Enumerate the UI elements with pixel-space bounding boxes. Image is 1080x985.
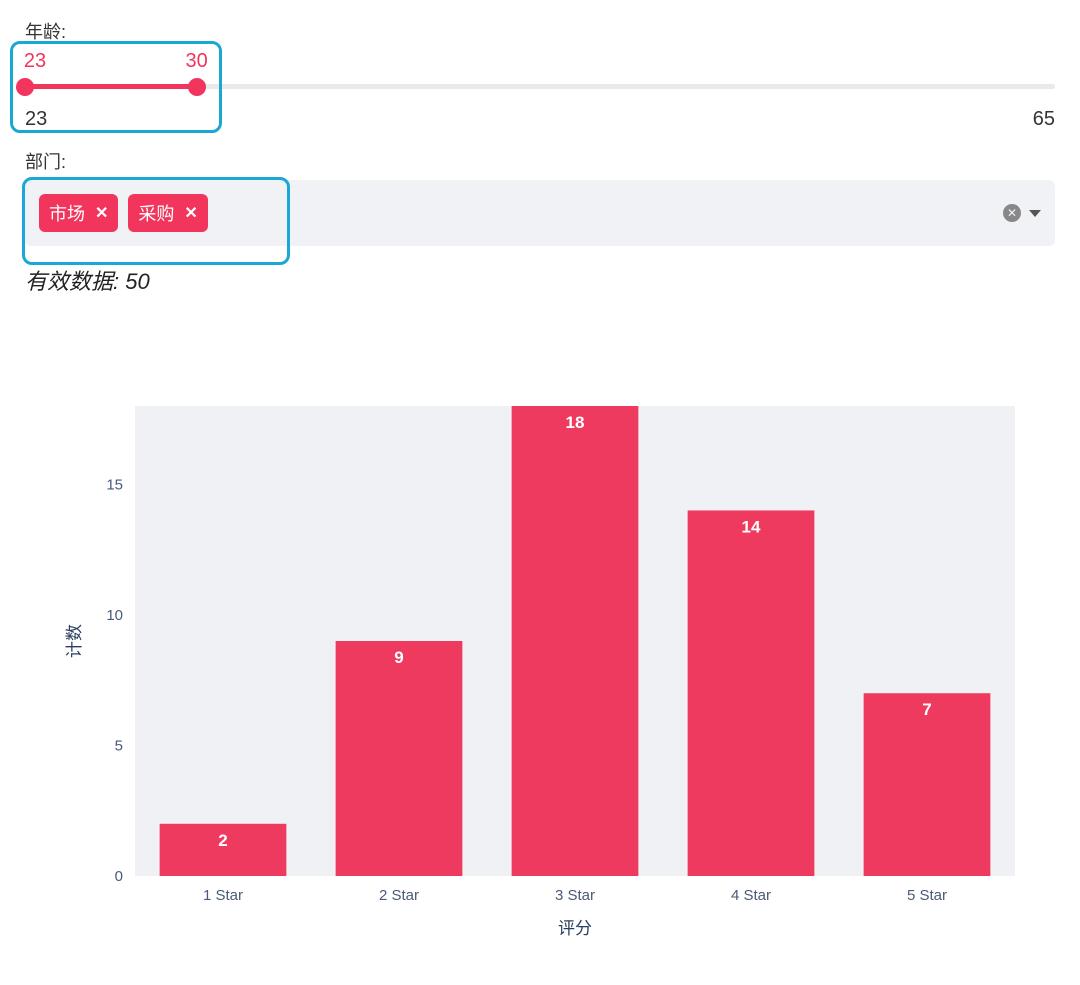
x-tick-label: 1 Star: [203, 887, 243, 904]
svg-text:15: 15: [106, 476, 123, 493]
age-range-slider[interactable]: 23 30 23 65: [25, 48, 1055, 118]
rating-bar-chart: 0 5 10 15 2 1 Star 9 2 Star 18 3 Star 14 4 Star 7 5 S…: [25, 386, 1055, 951]
age-label: 年龄:: [25, 18, 1055, 44]
slider-hi-value: 30: [186, 50, 208, 73]
tag-purchasing[interactable]: 采购 ✕: [128, 194, 207, 232]
slider-lo-handle[interactable]: [16, 78, 34, 96]
slider-hi-handle[interactable]: [188, 78, 206, 96]
tag-label: 采购: [138, 200, 174, 226]
close-icon[interactable]: ✕: [184, 203, 197, 223]
bar-label: 7: [922, 700, 931, 719]
tag-market[interactable]: 市场 ✕: [39, 194, 118, 232]
slider-fill: [25, 84, 197, 89]
bar-5-star[interactable]: [864, 693, 991, 876]
tag-label: 市场: [49, 200, 85, 226]
bar-3-star[interactable]: [512, 406, 639, 876]
svg-text:5: 5: [115, 737, 123, 754]
close-icon[interactable]: ✕: [95, 203, 108, 223]
x-tick-label: 3 Star: [555, 887, 595, 904]
x-tick-label: 4 Star: [731, 887, 771, 904]
x-tick-label: 5 Star: [907, 887, 947, 904]
bar-4-star[interactable]: [688, 510, 815, 876]
bar-label: 14: [742, 517, 761, 536]
svg-text:10: 10: [106, 607, 123, 624]
clear-all-icon[interactable]: ✕: [1003, 204, 1021, 222]
chevron-down-icon[interactable]: [1029, 210, 1041, 217]
dept-multiselect[interactable]: 市场 ✕ 采购 ✕ ✕: [25, 180, 1055, 246]
bar-label: 18: [566, 413, 585, 432]
x-tick-label: 2 Star: [379, 887, 419, 904]
slider-min-label: 23: [25, 108, 47, 131]
svg-text:0: 0: [115, 868, 123, 885]
dept-label: 部门:: [25, 148, 1055, 174]
x-axis-title: 评分: [558, 919, 592, 938]
valid-count-line: 有效数据: 50: [25, 264, 1055, 296]
y-axis-title: 计数: [65, 624, 84, 658]
bar-label: 2: [218, 831, 227, 850]
slider-max-label: 65: [1033, 108, 1055, 131]
slider-lo-value: 23: [24, 50, 46, 73]
bar-label: 9: [394, 648, 403, 667]
bar-2-star[interactable]: [336, 641, 463, 876]
